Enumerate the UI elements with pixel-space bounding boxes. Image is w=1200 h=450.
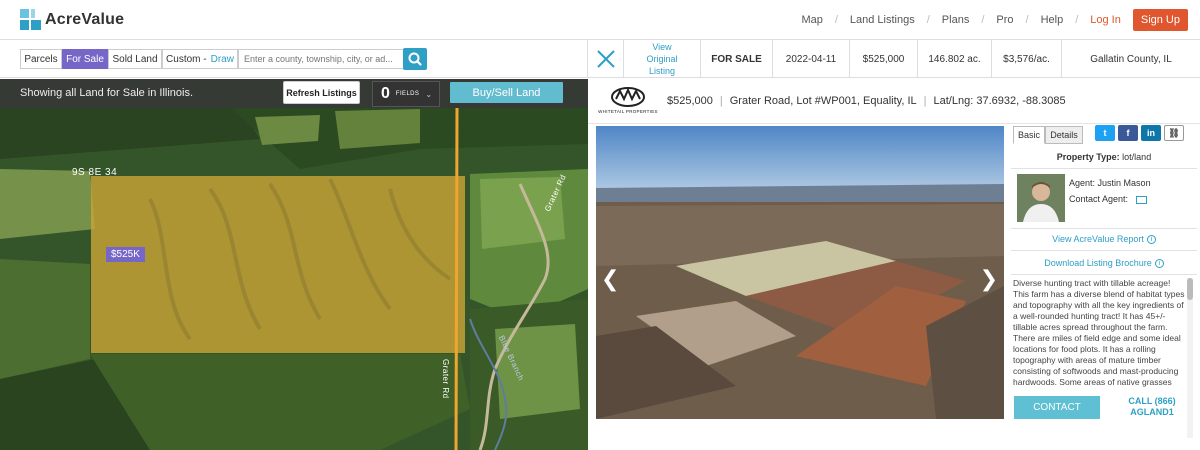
fields-label: FIELDS xyxy=(395,91,420,97)
listing-status: FOR SALE xyxy=(701,40,773,78)
divider xyxy=(1011,228,1197,229)
app-root: AcreValue Map / Land Listings / Plans / … xyxy=(0,0,1200,450)
listing-header: WHITETAIL PROPERTIES $525,000 | Grater Roa… xyxy=(588,78,1200,124)
download-brochure-label: Download Listing Brochure xyxy=(1044,258,1152,268)
parcel-section-label: 9S 8E 34 xyxy=(72,167,118,178)
twitter-share-icon[interactable]: t xyxy=(1095,125,1115,141)
fields-count: 0 xyxy=(381,85,390,102)
logo-caption: WHITETAIL PROPERTIES xyxy=(598,109,658,114)
headline-address: Grater Road, Lot #WP001, Equality, IL xyxy=(729,95,917,107)
view-report-label: View AcreValue Report xyxy=(1052,234,1144,244)
agent-avatar xyxy=(1017,174,1065,222)
aerial-landscape-image xyxy=(596,126,1004,419)
listing-acres: 146.802 ac. xyxy=(918,40,992,78)
close-icon xyxy=(596,50,615,68)
property-type-label: Property Type: xyxy=(1056,152,1120,162)
search-icon xyxy=(408,52,422,66)
brand-name: AcreValue xyxy=(45,10,125,28)
info-icon: i xyxy=(1154,259,1164,269)
call-button[interactable]: CALL (866) AGLAND1 xyxy=(1109,396,1195,419)
refresh-listings-button[interactable]: Refresh Listings xyxy=(283,81,360,104)
location-search-input[interactable] xyxy=(238,49,406,69)
nav-separator: / xyxy=(981,14,985,26)
listing-summary-bar: View Original Listing FOR SALE 2022-04-1… xyxy=(588,40,1200,78)
listing-price-per-acre: $3,576/ac. xyxy=(992,40,1062,78)
acrevalue-logo-icon xyxy=(20,9,41,30)
login-link[interactable]: Log In xyxy=(1090,14,1121,26)
listing-price-marker[interactable]: $525K xyxy=(106,247,145,262)
brand-logo[interactable]: AcreValue xyxy=(20,9,124,30)
divider xyxy=(1011,250,1197,251)
divider xyxy=(1011,168,1197,169)
headline-latlng-label: Lat/Lng: xyxy=(933,95,974,107)
nav-land-listings[interactable]: Land Listings xyxy=(850,14,915,26)
info-icon: i xyxy=(1146,235,1156,245)
headline-price: $525,000 xyxy=(667,95,713,107)
copy-link-icon[interactable]: ⛓ xyxy=(1164,125,1184,141)
contact-agent-label: Contact Agent: xyxy=(1069,194,1129,204)
buy-sell-land-button[interactable]: Buy/Sell Land xyxy=(450,82,563,103)
map-status-bar: Showing all Land for Sale in Illinois. R… xyxy=(0,79,588,108)
listing-price: $525,000 xyxy=(850,40,918,78)
nav-help[interactable]: Help xyxy=(1041,14,1064,26)
nav-separator: / xyxy=(834,14,838,26)
nav-plans[interactable]: Plans xyxy=(942,14,970,26)
filter-sold-land[interactable]: Sold Land xyxy=(108,49,162,69)
listing-sidebar: Basic Details t f in ⛓ Property Type: lo… xyxy=(1011,124,1197,450)
linkedin-share-icon[interactable]: in xyxy=(1141,125,1161,141)
chevron-down-icon: ⌄ xyxy=(425,89,433,99)
agent-name: Justin Mason xyxy=(1097,178,1151,188)
property-type-value: lot/land xyxy=(1122,152,1152,162)
filter-custom-label: Custom - xyxy=(166,53,207,65)
nav-separator: / xyxy=(1025,14,1029,26)
nav-map[interactable]: Map xyxy=(801,14,822,26)
search-button[interactable] xyxy=(403,48,427,70)
satellite-map[interactable]: Showing all Land for Sale in Illinois. R… xyxy=(0,79,588,450)
listing-headline: $525,000 | Grater Road, Lot #WP001, Equali… xyxy=(667,95,1066,107)
contact-button[interactable]: CONTACT xyxy=(1014,396,1100,419)
filter-parcels[interactable]: Parcels xyxy=(20,49,62,69)
agent-label: Agent: xyxy=(1069,178,1096,188)
map-status-text: Showing all Land for Sale in Illinois. xyxy=(20,87,194,99)
nav-separator: / xyxy=(926,14,930,26)
view-report-link[interactable]: View AcreValue Report i xyxy=(1011,234,1197,245)
satellite-imagery xyxy=(0,79,588,450)
agent-line: Agent: Justin Mason xyxy=(1069,178,1151,188)
filter-for-sale[interactable]: For Sale xyxy=(62,49,108,69)
next-photo-arrow-icon[interactable]: ❯ xyxy=(980,266,998,292)
listing-county: Gallatin County, IL xyxy=(1090,53,1172,65)
top-nav: AcreValue Map / Land Listings / Plans / … xyxy=(0,0,1200,40)
divider xyxy=(1011,274,1197,275)
road-label: Grater Rd xyxy=(441,359,450,399)
tab-basic[interactable]: Basic xyxy=(1013,126,1045,144)
facebook-share-icon[interactable]: f xyxy=(1118,125,1138,141)
nav-separator: / xyxy=(1075,14,1079,26)
listing-date: 2022-04-11 xyxy=(773,40,850,78)
filter-draw-label: Draw xyxy=(210,53,234,65)
listing-detail-panel: WHITETAIL PROPERTIES $525,000 | Grater Roa… xyxy=(588,78,1200,450)
contact-agent-line: Contact Agent: xyxy=(1069,194,1147,204)
fields-dropdown[interactable]: 0 FIELDS ⌄ xyxy=(372,81,440,107)
nav-pro[interactable]: Pro xyxy=(996,14,1013,26)
agent-photo-image xyxy=(1017,174,1065,222)
whitetail-properties-logo: WHITETAIL PROPERTIES xyxy=(598,85,658,117)
previous-photo-arrow-icon[interactable]: ❮ xyxy=(601,266,619,292)
listing-photo[interactable]: ❮ ❯ xyxy=(596,126,1004,419)
map-toolbar: Parcels For Sale Sold Land Custom - Draw xyxy=(0,40,588,78)
headline-latlng: 37.6932, -88.3085 xyxy=(976,95,1066,107)
signup-button[interactable]: Sign Up xyxy=(1132,9,1188,31)
view-original-listing-link[interactable]: View Original Listing xyxy=(624,40,701,78)
filter-custom-draw[interactable]: Custom - Draw xyxy=(162,49,238,69)
close-listing-button[interactable] xyxy=(588,40,624,78)
tab-details[interactable]: Details xyxy=(1045,126,1083,144)
property-type: Property Type: lot/land xyxy=(1011,152,1197,162)
scrollbar-thumb[interactable] xyxy=(1187,278,1193,300)
nav-links: Map / Land Listings / Plans / Pro / Help… xyxy=(801,0,1188,40)
download-brochure-link[interactable]: Download Listing Brochure i xyxy=(1011,258,1197,269)
mail-icon[interactable] xyxy=(1135,195,1147,204)
